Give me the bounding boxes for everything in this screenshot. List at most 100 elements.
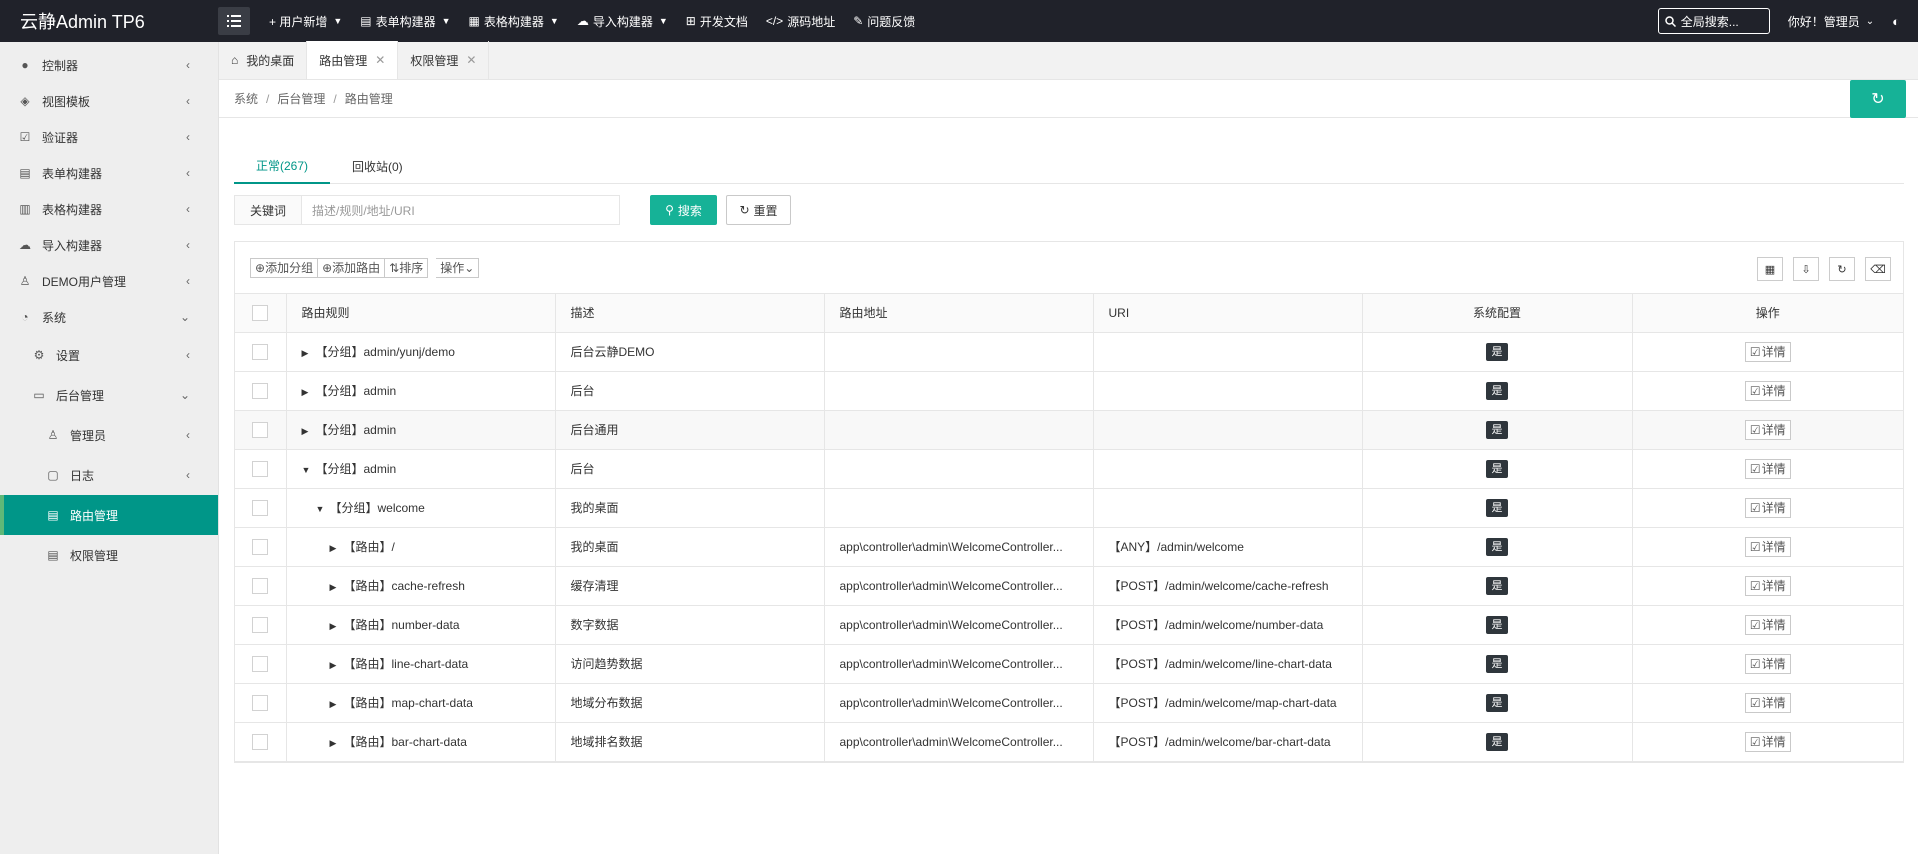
row-checkbox[interactable] (235, 605, 287, 645)
sidebar-item-routes[interactable]: ▤ 路由管理 (0, 495, 218, 535)
add-route-button[interactable]: ⊕ 添加路由 (318, 257, 386, 278)
refresh-icon[interactable]: ↻ (1829, 257, 1855, 281)
menu-toggle-button[interactable] (218, 7, 250, 35)
sidebar-item-validator[interactable]: ☑ 验证器 ‹ (0, 119, 218, 155)
nav-form-builder[interactable]: ▤ 表单构建器 ▼ (351, 0, 459, 42)
theme-icon[interactable]: ◐ (1892, 14, 1900, 29)
table-row[interactable]: ▶ 【分组】admin/yunj/demo 后台云静DEMO 是 ☑ 详情 (235, 332, 1903, 372)
clear-icon[interactable]: ⌫ (1865, 257, 1891, 281)
route-addr: app\controller\admin\WelcomeController..… (824, 683, 1094, 723)
sidebar-item-backend[interactable]: ▭ 后台管理 ⌄ (0, 375, 218, 415)
table-row[interactable]: ▶ 【路由】line-chart-data 访问趋势数据 app\controller… (235, 644, 1903, 684)
tab-permissions[interactable]: 权限管理 ✕ (398, 41, 490, 79)
select-all-checkbox[interactable] (235, 294, 287, 333)
detail-button[interactable]: ☑ 详情 (1744, 341, 1791, 362)
tab-label: 权限管理 (410, 53, 459, 68)
row-checkbox[interactable] (235, 332, 287, 372)
tab-routes[interactable]: 路由管理 ✕ (307, 41, 399, 79)
user-menu[interactable]: 你好！管理员 ⌄ (1788, 13, 1874, 30)
search-button[interactable]: ⚲ 搜索 (650, 195, 717, 225)
caret-right-icon[interactable]: ▶ (302, 426, 312, 437)
table-row[interactable]: ▶ 【路由】map-chart-data 地域分布数据 app\controller\… (235, 683, 1903, 723)
add-group-button[interactable]: ⊕ 添加分组 (250, 257, 319, 278)
table-row[interactable]: ▶ 【路由】number-data 数字数据 app\controller\admin… (235, 605, 1903, 645)
row-checkbox[interactable] (235, 371, 287, 411)
detail-button[interactable]: ☑ 详情 (1744, 497, 1791, 518)
export-icon[interactable]: ⇩ (1793, 257, 1819, 281)
sidebar-item-admins[interactable]: ♙ 管理员 ‹ (0, 415, 218, 455)
caret-right-icon[interactable]: ▶ (330, 582, 340, 593)
sidebar-item-system[interactable]: ◔ 系统 ⌄ (0, 299, 218, 335)
tab-desktop[interactable]: ⌂ 我的桌面 (219, 41, 308, 79)
sidebar-item-controller[interactable]: ● 控制器 ‹ (0, 47, 218, 83)
nav-feedback[interactable]: ✎ 问题反馈 (844, 0, 924, 42)
caret-right-icon[interactable]: ▶ (302, 387, 312, 398)
caret-down-icon[interactable]: ▼ (302, 465, 312, 475)
nav-source-code[interactable]: </> 源码地址 (757, 0, 844, 42)
global-search-input[interactable]: 全局搜索... (1657, 8, 1770, 34)
table-row[interactable]: ▶ 【路由】/我的桌面 app\controller\admin\WelcomeCo… (235, 527, 1903, 567)
table-header-row: 路由规则 描述 路由地址 URI 系统配置 操作 (235, 294, 1903, 333)
sidebar-item-logs[interactable]: ▢ 日志 ‹ (0, 455, 218, 495)
sort-button[interactable]: ⇅ 排序 (385, 257, 429, 278)
reset-button[interactable]: ↻ 重置 (726, 195, 791, 225)
row-checkbox[interactable] (235, 527, 287, 567)
route-uri: 【POST】/admin/welcome/map-chart-data (1093, 683, 1363, 723)
detail-button[interactable]: ☑ 详情 (1744, 575, 1791, 596)
close-icon[interactable]: ✕ (375, 53, 385, 67)
sidebar-item-form-builder[interactable]: ▤ 表单构建器 ‹ (0, 155, 218, 191)
caret-right-icon[interactable]: ▶ (330, 543, 340, 554)
detail-button[interactable]: ☑ 详情 (1744, 692, 1791, 713)
route-addr: app\controller\admin\WelcomeController..… (824, 527, 1094, 567)
row-checkbox[interactable] (235, 449, 287, 489)
nav-dev-docs[interactable]: ⊞ 开发文档 (677, 0, 757, 42)
caret-right-icon[interactable]: ▶ (330, 738, 340, 749)
detail-button[interactable]: ☑ 详情 (1744, 536, 1791, 557)
nav-import-builder[interactable]: ☁ 导入构建器 ▼ (568, 0, 677, 42)
columns-filter-icon[interactable]: ▦ (1757, 257, 1783, 281)
table-row[interactable]: ▶ 【分组】admin 后台通用是 ☑ 详情 (235, 410, 1903, 450)
sidebar-item-permissions[interactable]: ▤ 权限管理 (0, 535, 218, 575)
table-row[interactable]: ▶ 【路由】bar-chart-data 地域排名数据 app\controller\… (235, 722, 1903, 762)
close-icon[interactable]: ✕ (466, 53, 476, 67)
row-checkbox[interactable] (235, 722, 287, 762)
table-row[interactable]: ▶ 【分组】admin 后台是 ☑ 详情 (235, 371, 1903, 411)
chevron-left-icon: ‹ (186, 202, 190, 216)
table-row[interactable]: ▶ 【路由】cache-refresh 缓存清理 app\controller\adm… (235, 566, 1903, 606)
detail-button[interactable]: ☑ 详情 (1744, 380, 1791, 401)
tab-normal[interactable]: 正常(267) (234, 148, 331, 184)
caret-down-icon[interactable]: ▼ (316, 504, 326, 514)
breadcrumb-item[interactable]: 系统 (234, 90, 258, 107)
actions-dropdown[interactable]: 操作 ⌄ (436, 257, 480, 278)
row-checkbox[interactable] (235, 488, 287, 528)
reset-icon: ↻ (739, 203, 750, 217)
detail-button[interactable]: ☑ 详情 (1744, 614, 1791, 635)
sidebar-item-settings[interactable]: ⚙ 设置 ‹ (0, 335, 218, 375)
row-checkbox[interactable] (235, 644, 287, 684)
column-header: 操作 (1632, 294, 1903, 333)
sidebar-item-table-builder[interactable]: ▥ 表格构建器 ‹ (0, 191, 218, 227)
caret-right-icon[interactable]: ▶ (302, 348, 312, 359)
route-desc: 后台通用 (555, 410, 825, 450)
sidebar-item-view-template[interactable]: ◈ 视图模板 ‹ (0, 83, 218, 119)
keyword-input[interactable]: 描述/规则/地址/URI (302, 195, 620, 225)
table-row[interactable]: ▼ 【分组】admin 后台是 ☑ 详情 (235, 449, 1903, 489)
row-checkbox[interactable] (235, 410, 287, 450)
breadcrumb-item[interactable]: 后台管理 (277, 90, 325, 107)
nav-user-add[interactable]: + 用户新增 ▼ (260, 0, 351, 42)
nav-table-builder[interactable]: ▦ 表格构建器 ▼ (460, 0, 568, 42)
sidebar-item-demo-user[interactable]: ♙ DEMO用户管理 ‹ (0, 263, 218, 299)
detail-button[interactable]: ☑ 详情 (1744, 458, 1791, 479)
tab-recycle-bin[interactable]: 回收站(0) (330, 148, 425, 184)
detail-button[interactable]: ☑ 详情 (1744, 731, 1791, 752)
table-row[interactable]: ▼ 【分组】welcome 我的桌面是 ☑ 详情 (235, 488, 1903, 528)
detail-button[interactable]: ☑ 详情 (1744, 419, 1791, 440)
row-checkbox[interactable] (235, 683, 287, 723)
caret-right-icon[interactable]: ▶ (330, 621, 340, 632)
detail-button[interactable]: ☑ 详情 (1744, 653, 1791, 674)
sidebar-item-import-builder[interactable]: ☁ 导入构建器 ‹ (0, 227, 218, 263)
refresh-button[interactable]: ↻ (1850, 80, 1906, 118)
caret-right-icon[interactable]: ▶ (330, 660, 340, 671)
caret-right-icon[interactable]: ▶ (330, 699, 340, 710)
row-checkbox[interactable] (235, 566, 287, 606)
